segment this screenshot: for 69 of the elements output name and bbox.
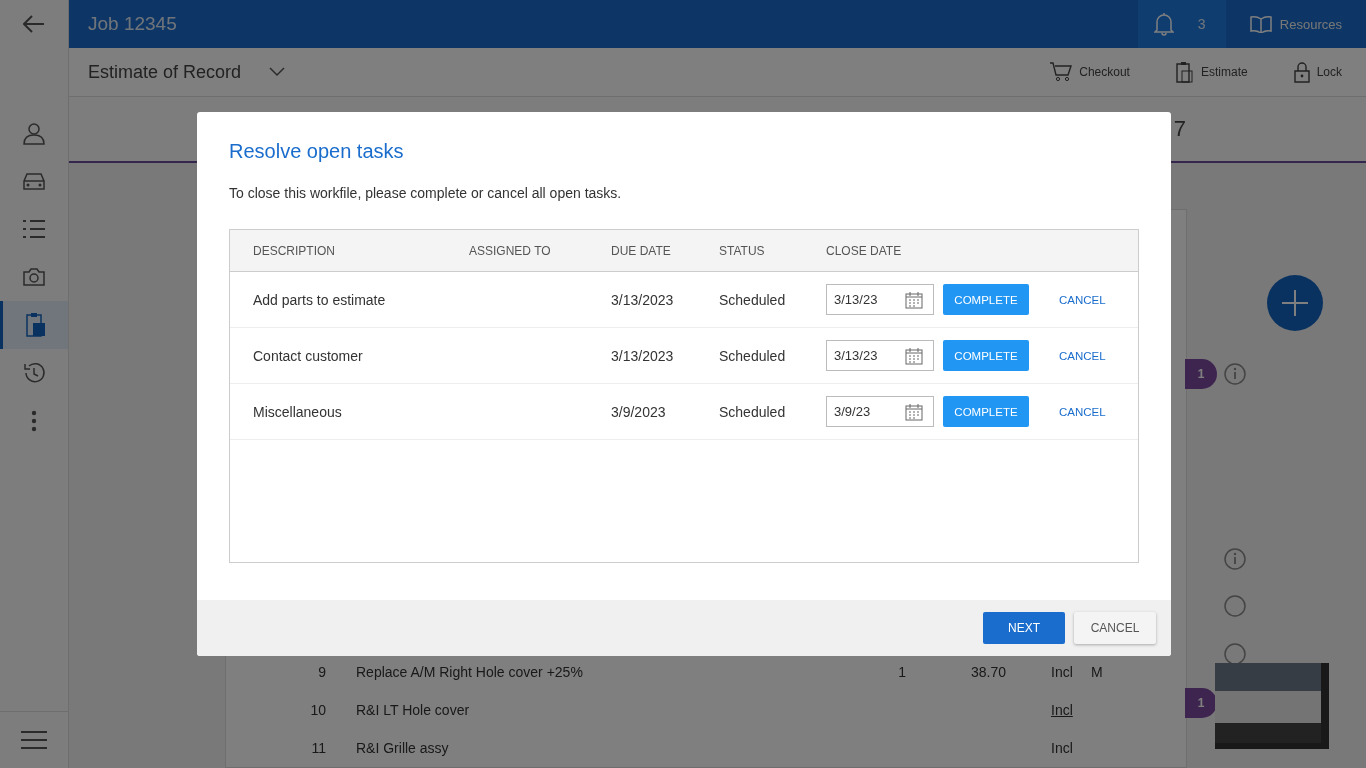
close-date-field[interactable]: 3/13/23 xyxy=(826,284,934,315)
bell-icon xyxy=(1153,12,1174,36)
calendar-icon[interactable] xyxy=(905,402,923,421)
task-description: Add parts to estimate xyxy=(252,291,387,308)
task-status: Scheduled xyxy=(718,347,787,364)
calendar-icon[interactable] xyxy=(905,290,923,309)
notifications-button[interactable]: 3 xyxy=(1137,0,1226,48)
menu-icon[interactable] xyxy=(21,731,47,749)
line-description: Replace A/M Right Hole cover +25% xyxy=(356,664,584,680)
line-description: R&I Grille assy xyxy=(356,740,450,756)
labor-link[interactable]: Incl xyxy=(1051,702,1091,718)
book-icon xyxy=(1249,15,1272,33)
checkout-button[interactable]: Checkout xyxy=(1050,61,1130,83)
due-date: 3/9/2023 xyxy=(610,403,667,420)
resources-button[interactable]: Resources xyxy=(1225,15,1366,33)
plus-icon xyxy=(1282,290,1308,316)
photo-placeholder[interactable] xyxy=(1215,663,1329,749)
task-description: Contact customer xyxy=(252,347,364,364)
dialog-message: To close this workfile, please complete or cancel all open tasks. xyxy=(229,185,623,201)
due-date: 3/13/2023 xyxy=(610,347,675,364)
complete-button[interactable]: COMPLETE xyxy=(943,340,1029,371)
job-title: Job 12345 xyxy=(88,13,177,35)
line-number: 10 xyxy=(309,702,326,718)
calc-icon[interactable] xyxy=(0,301,68,349)
labor-value: Incl xyxy=(1051,664,1074,680)
task-status: Scheduled xyxy=(718,403,787,420)
lock-icon xyxy=(1293,61,1310,83)
info-icon[interactable] xyxy=(1224,548,1246,570)
count-badge: 1 xyxy=(1185,359,1217,389)
line-number: 11 xyxy=(310,740,326,756)
due-date: 3/13/2023 xyxy=(610,291,675,308)
next-button[interactable]: NEXT xyxy=(983,612,1065,644)
lock-button[interactable]: Lock xyxy=(1293,61,1342,83)
estimate-selector[interactable]: Estimate of Record xyxy=(88,61,242,83)
close-date-field[interactable]: 3/13/23 xyxy=(826,340,934,371)
radio-circle-icon[interactable] xyxy=(1224,595,1246,617)
calendar-icon[interactable] xyxy=(905,346,923,365)
line-number: 9 xyxy=(317,664,326,680)
chevron-down-icon[interactable] xyxy=(269,67,286,77)
task-status: Scheduled xyxy=(718,291,787,308)
line-description: R&I LT Hole cover xyxy=(356,702,471,718)
dialog-title: Resolve open tasks xyxy=(229,140,405,163)
column-header: DESCRIPTION xyxy=(252,243,336,258)
notification-count: 3 xyxy=(1197,16,1206,32)
estimate-button[interactable]: Estimate xyxy=(1175,61,1248,83)
header-number: 7 xyxy=(1173,116,1186,142)
task-description: Miscellaneous xyxy=(252,403,343,420)
back-arrow-icon[interactable] xyxy=(23,15,45,33)
cancel-button[interactable]: CANCEL xyxy=(1074,612,1156,644)
add-button[interactable] xyxy=(1267,275,1323,331)
column-header: CLOSE DATE xyxy=(825,243,903,258)
info-icon[interactable] xyxy=(1224,363,1246,385)
count-badge: 1 xyxy=(1185,688,1217,718)
cart-icon xyxy=(1050,62,1073,82)
complete-button[interactable]: COMPLETE xyxy=(943,396,1029,427)
radio-circle-icon[interactable] xyxy=(1224,643,1246,665)
cancel-button[interactable]: CANCEL xyxy=(1059,405,1106,418)
column-header: DUE DATE xyxy=(610,243,672,258)
column-header: STATUS xyxy=(718,243,766,258)
clipboard-calculator-icon xyxy=(1175,61,1194,83)
cancel-button[interactable]: CANCEL xyxy=(1059,293,1106,306)
line-price: 38.70 xyxy=(969,664,1006,680)
column-header: ASSIGNED TO xyxy=(468,243,552,258)
line-quantity: 1 xyxy=(897,664,906,680)
line-code: M xyxy=(1091,664,1104,680)
close-date-field[interactable]: 3/9/23 xyxy=(826,396,934,427)
complete-button[interactable]: COMPLETE xyxy=(943,284,1029,315)
labor-value: Incl xyxy=(1051,740,1074,756)
cancel-button[interactable]: CANCEL xyxy=(1059,349,1106,362)
